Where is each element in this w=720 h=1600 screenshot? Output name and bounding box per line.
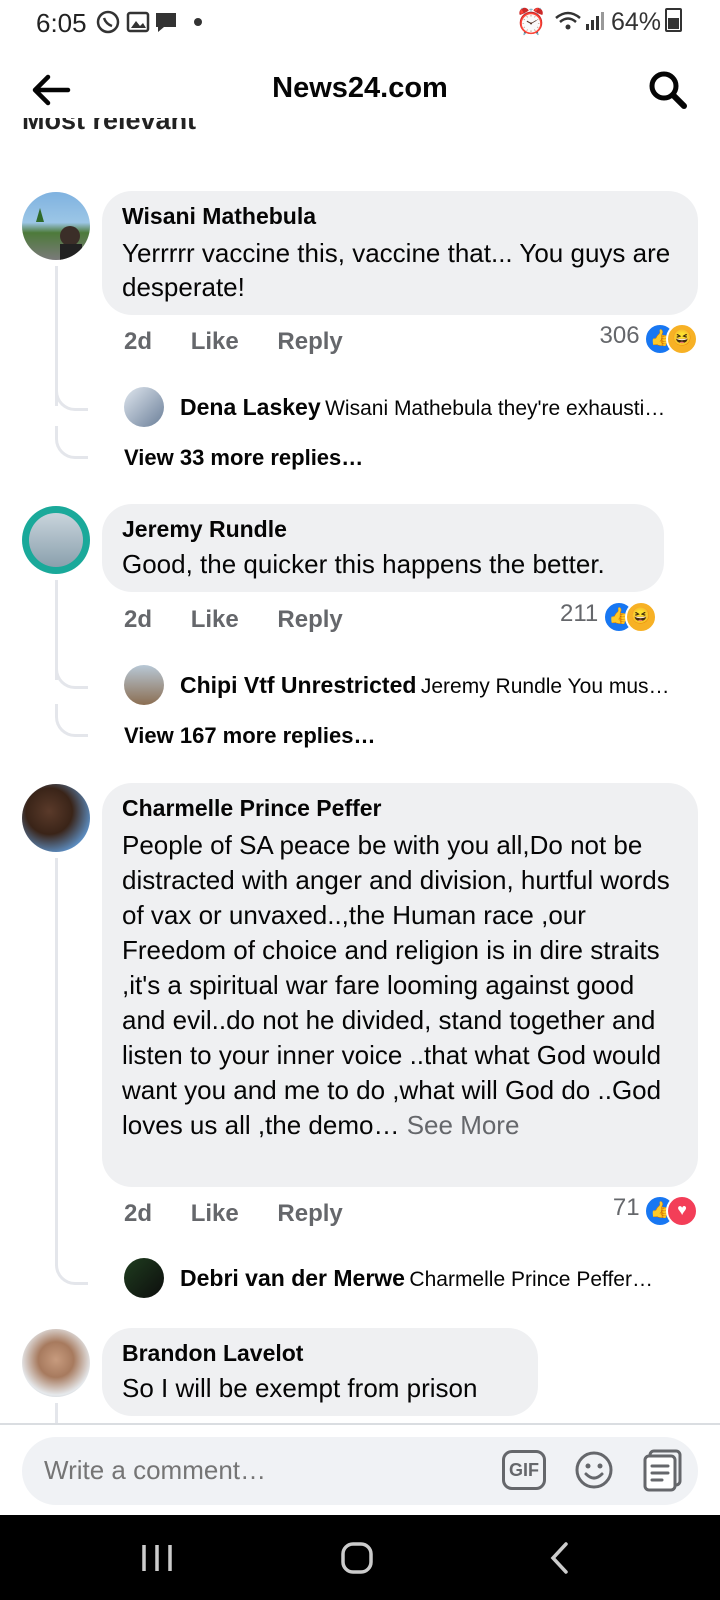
reaction-summary[interactable]: 211 👍 😆 [560,600,657,633]
thread-line [55,858,58,1258]
avatar[interactable] [22,1329,90,1397]
thread-connector [55,378,88,411]
emoji-icon[interactable] [574,1450,614,1490]
reply-author: Debri van der Merwe [180,1265,405,1291]
comment-author[interactable]: Charmelle Prince Peffer [122,795,678,822]
comment-bubble[interactable]: Charmelle Prince Peffer People of SA pea… [102,783,698,1187]
comment-text-body: People of SA peace be with you all,Do no… [122,830,670,1140]
thread-connector [55,656,88,689]
reply-avatar[interactable] [124,387,164,427]
reply-preview[interactable]: Chipi Vtf Unrestricted Jeremy Rundle You… [180,672,700,699]
thread-connector [55,1252,88,1285]
battery-icon [665,8,682,32]
reply-avatar[interactable] [124,1258,164,1298]
comment-author[interactable]: Jeremy Rundle [122,516,644,543]
reply-text: Charmelle Prince Peffer… [409,1268,653,1291]
comment-text: People of SA peace be with you all,Do no… [122,828,678,1143]
search-icon[interactable] [646,68,690,112]
page-title: News24.com [272,72,448,104]
reply-text: Jeremy Rundle You mus… [420,675,670,698]
composer-divider [0,1423,720,1425]
avatar[interactable] [22,192,90,260]
comment-age: 2d [124,1200,153,1227]
status-time: 6:05 [36,8,87,38]
reply-author: Dena Laskey [180,394,321,420]
reaction-summary[interactable]: 306 👍 😆 [599,322,698,355]
reply-avatar[interactable] [124,665,164,705]
comment-text: Yerrrrr vaccine this, vaccine that... Yo… [122,238,671,302]
status-right: ⏰ 64% [516,8,682,37]
like-button[interactable]: Like [191,606,239,633]
recent-apps-icon[interactable] [140,1543,174,1578]
comment-actions: 2d Like Reply [124,328,375,356]
comment-author[interactable]: Wisani Mathebula [122,203,678,230]
comment-author[interactable]: Brandon Lavelot [122,1340,518,1367]
sticker-icon[interactable] [642,1448,684,1492]
reply-author: Chipi Vtf Unrestricted [180,672,417,698]
view-more-replies[interactable]: View 167 more replies… [124,723,376,749]
sort-label[interactable]: Most relevant [22,118,196,142]
reply-preview[interactable]: Dena Laskey Wisani Mathebula they're exh… [180,394,700,421]
avatar[interactable] [22,784,90,852]
love-reaction-icon: ♥ [666,1194,698,1227]
comment-bubble[interactable]: Wisani Mathebula Yerrrrr vaccine this, v… [102,191,698,315]
system-back-icon[interactable] [548,1541,572,1580]
view-more-replies[interactable]: View 33 more replies… [124,445,363,471]
thread-line [55,1403,58,1423]
reply-preview[interactable]: Debri van der Merwe Charmelle Prince Pef… [180,1265,700,1292]
comment-age: 2d [124,328,153,355]
notification-icons [96,8,216,42]
wifi-signal-icon [555,11,604,30]
comment-actions: 2d Like Reply [124,606,375,634]
see-more-link[interactable]: See More [407,1110,520,1140]
avatar[interactable] [22,506,90,574]
gif-button[interactable]: GIF [502,1450,546,1490]
battery-percent: 64% [610,8,661,36]
notification-icon-row [96,10,202,34]
gif-label: GIF [509,1460,539,1480]
like-button[interactable]: Like [191,1200,239,1227]
comment-actions: 2d Like Reply [124,1200,375,1228]
comment-bubble[interactable]: Brandon Lavelot So I will be exempt from… [102,1328,538,1416]
haha-reaction-icon: 😆 [666,322,698,355]
sort-label-text: Most relevant [22,118,197,135]
reply-button[interactable]: Reply [277,606,342,633]
comment-text: So I will be exempt from prison [122,1373,478,1403]
reaction-count: 211 [560,600,599,627]
reaction-count: 71 [612,1194,640,1221]
comment-bubble[interactable]: Jeremy Rundle Good, the quicker this hap… [102,504,664,592]
thread-connector [55,426,88,459]
comment-input[interactable] [42,1454,466,1487]
reply-button[interactable]: Reply [277,1200,342,1227]
reply-text: Wisani Mathebula they're exhausti… [325,397,666,420]
reply-button[interactable]: Reply [277,328,342,355]
alarm-icon: ⏰ [515,8,548,36]
comment-age: 2d [124,606,153,633]
thread-connector [55,704,88,737]
haha-reaction-icon: 😆 [624,600,657,633]
reaction-count: 306 [599,322,640,349]
home-icon[interactable] [340,1541,374,1580]
comment-text: Good, the quicker this happens the bette… [122,549,605,579]
system-nav-bar [0,1515,720,1600]
reaction-summary[interactable]: 71 👍 ♥ [613,1194,698,1227]
like-button[interactable]: Like [191,328,239,355]
